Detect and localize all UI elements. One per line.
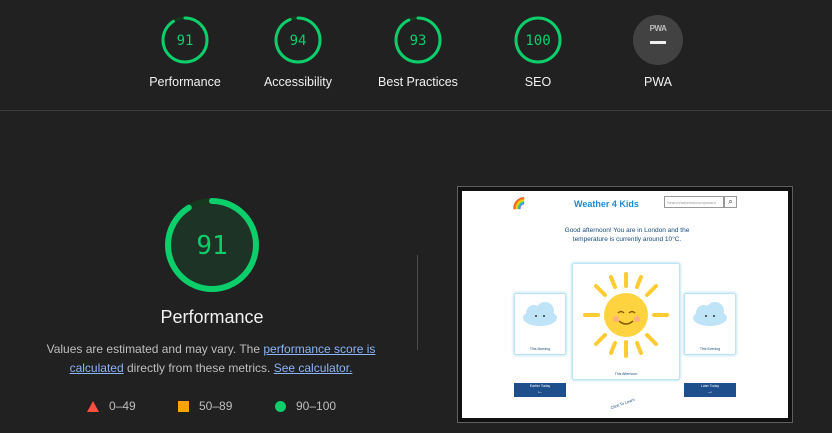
evening-card: This Evening — [684, 293, 736, 355]
category-summary-bar: 91 Performance 94 Accessibility 93 Best … — [0, 0, 832, 111]
performance-score-ring: 91 — [161, 16, 209, 64]
gauge-accessibility[interactable]: 94 Accessibility — [238, 15, 358, 89]
legend-pass: 90–100 — [275, 398, 336, 414]
morning-card-label: This Morning — [529, 347, 551, 351]
pwa-badge-text: PWA — [649, 24, 667, 33]
performance-main-gauge: 91 — [165, 198, 259, 292]
fail-triangle-icon — [87, 400, 99, 412]
desc-middle: directly from these metrics. — [123, 361, 274, 375]
cloud-icon — [693, 302, 727, 326]
pwa-badge-icon: PWA — [633, 15, 683, 65]
site-greeting: Good afternoon! You are in London and th… — [564, 227, 690, 243]
gauge-pwa[interactable]: PWA PWA — [598, 15, 718, 89]
morning-card: This Morning — [514, 293, 566, 355]
desc-prefix: Values are estimated and may vary. The — [46, 342, 264, 356]
gauge-best-practices[interactable]: 93 Best Practices — [358, 15, 478, 89]
click-to-learn-label: Click To Learn — [609, 396, 636, 411]
site-title: Weather 4 Kids — [574, 199, 639, 209]
pwa-dash-icon — [650, 41, 666, 44]
gauge-performance[interactable]: 91 Performance — [125, 15, 245, 89]
gauge-label: Accessibility — [263, 75, 333, 89]
later-today-button: Later Today → — [684, 383, 736, 397]
gauge-score: 91 — [177, 33, 194, 49]
site-search-input: Search/address/composant — [664, 196, 724, 208]
cloud-icon — [523, 302, 557, 326]
sun-icon — [583, 272, 669, 358]
accessibility-score-ring: 94 — [274, 16, 322, 64]
legend-range: 0–49 — [109, 399, 136, 413]
gauge-score: 93 — [410, 33, 427, 49]
gauge-label: Performance — [149, 75, 221, 89]
average-square-icon — [178, 400, 189, 412]
legend-range: 90–100 — [296, 399, 337, 413]
arrow-right-icon: → — [707, 389, 713, 395]
pass-circle-icon — [275, 400, 286, 412]
search-icon: ⌕ — [724, 196, 737, 208]
afternoon-card-label: This Afternoon — [614, 372, 638, 376]
gauge-label: SEO — [524, 75, 552, 89]
earlier-today-button: Earlier Today ← — [514, 383, 566, 397]
rainbow-logo-icon: 🌈 — [512, 198, 526, 210]
best-practices-score-ring: 93 — [394, 16, 442, 64]
arrow-left-icon: ← — [537, 389, 543, 395]
performance-title: Performance — [160, 307, 264, 327]
later-today-label: Later Today — [700, 384, 720, 388]
gauge-label: PWA — [643, 75, 672, 89]
evening-card-label: This Evening — [699, 347, 721, 351]
legend-range: 50–89 — [199, 399, 233, 413]
screenshot-page: 🌈 Weather 4 Kids Search/address/composan… — [462, 191, 788, 418]
afternoon-card: This Afternoon — [572, 263, 680, 380]
performance-description: Values are estimated and may vary. The p… — [30, 340, 392, 378]
legend-average: 50–89 — [178, 398, 232, 414]
performance-main-score: 91 — [196, 231, 227, 261]
divider — [417, 255, 418, 350]
see-calculator-link[interactable]: See calculator. — [274, 361, 353, 375]
final-screenshot[interactable]: 🌈 Weather 4 Kids Search/address/composan… — [457, 186, 793, 423]
gauge-score: 94 — [290, 33, 307, 49]
gauge-seo[interactable]: 100 SEO — [478, 15, 598, 89]
legend-fail: 0–49 — [87, 398, 136, 414]
gauge-score: 100 — [525, 33, 550, 49]
gauge-label: Best Practices — [378, 75, 458, 89]
seo-score-ring: 100 — [514, 16, 562, 64]
earlier-today-label: Earlier Today — [529, 384, 551, 388]
